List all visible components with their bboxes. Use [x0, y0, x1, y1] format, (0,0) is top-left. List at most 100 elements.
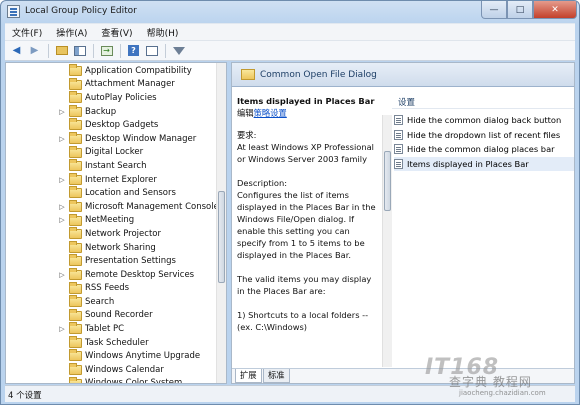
maximize-button[interactable]: □ — [507, 1, 533, 19]
tab-extended[interactable]: 扩展 — [235, 369, 262, 383]
tree-item[interactable]: Presentation Settings — [6, 254, 218, 268]
folder-icon — [69, 172, 82, 185]
help-button[interactable]: ? — [125, 43, 142, 58]
tree-item[interactable]: ▷ Desktop Window Manager — [6, 131, 218, 146]
selected-item-title: Items displayed in Places Bar — [237, 96, 375, 106]
tree-item[interactable]: Digital Locker — [6, 145, 218, 160]
tree-item[interactable]: Instant Search — [6, 159, 218, 173]
tree-item-label: Application Compatibility — [85, 65, 192, 76]
tree-item[interactable]: AutoPlay Policies — [6, 91, 218, 105]
up-one-level-button[interactable] — [53, 43, 70, 58]
back-arrow-icon: ◀ — [12, 45, 21, 56]
folder-icon — [69, 308, 82, 321]
filter-button[interactable] — [170, 43, 187, 58]
setting-row[interactable]: Items displayed in Places Bar — [394, 156, 574, 171]
tree-item-label: Location and Sensors — [85, 188, 176, 199]
tree-item[interactable]: Search — [6, 295, 218, 309]
details-pane: Common Open File Dialog Items displayed … — [231, 62, 575, 384]
menu-action[interactable]: 操作(A) — [49, 26, 94, 39]
maximize-icon: □ — [515, 4, 525, 15]
export-list-button[interactable]: → — [98, 43, 115, 58]
tree-item[interactable]: ▷ Internet Explorer — [6, 172, 218, 187]
description-scrollbar-thumb[interactable] — [384, 151, 391, 211]
tree-item-label: Windows Anytime Upgrade — [85, 351, 201, 362]
tab-standard[interactable]: 标准 — [263, 369, 290, 383]
setting-label: Hide the common dialog places bar — [407, 144, 555, 154]
tree-item[interactable]: Network Projector — [6, 227, 218, 241]
forward-arrow-icon: ▶ — [30, 45, 39, 56]
policy-setting-icon — [394, 158, 403, 169]
expand-arrow-icon[interactable]: ▷ — [58, 176, 66, 184]
tree-item[interactable]: ▷ Tablet PC — [6, 322, 218, 336]
tree-item[interactable]: Attachment Manager — [6, 77, 218, 92]
forward-button[interactable]: ▶ — [26, 43, 43, 58]
tree-item[interactable]: Windows Anytime Upgrade — [6, 349, 218, 363]
folder-icon — [69, 376, 82, 383]
tree-item[interactable]: Application Compatibility — [6, 64, 218, 78]
expand-arrow-icon[interactable]: ▷ — [58, 108, 66, 116]
setting-row[interactable]: Hide the common dialog places bar — [394, 142, 574, 156]
watermark-text: 查字典 教程网 — [449, 375, 532, 389]
folder-icon — [69, 145, 82, 158]
minimize-button[interactable]: — — [481, 1, 507, 19]
toolbar-separator — [48, 43, 49, 58]
setting-row[interactable]: Hide the dropdown list of recent files — [394, 128, 574, 142]
properties-icon — [145, 45, 158, 56]
properties-button[interactable] — [143, 43, 160, 58]
folder-icon — [241, 69, 255, 80]
tree-item[interactable]: RSS Feeds — [6, 281, 218, 296]
close-button[interactable]: ✕ — [533, 1, 577, 19]
window-title: Local Group Policy Editor — [25, 6, 137, 16]
menu-view[interactable]: 查看(V) — [94, 26, 139, 39]
description-text: Configures the list of items displayed i… — [237, 190, 376, 260]
tree-scrollbar[interactable] — [216, 63, 226, 383]
folder-icon — [69, 91, 82, 104]
tree-list: Application Compatibility Attachment Mana… — [6, 64, 219, 383]
expand-arrow-icon[interactable]: ▷ — [58, 216, 66, 224]
folder-icon — [69, 77, 82, 90]
edit-policy-link[interactable]: 策略设置 — [254, 108, 287, 118]
expand-arrow-icon[interactable]: ▷ — [58, 325, 66, 333]
policy-setting-icon — [394, 144, 403, 154]
folder-icon — [69, 322, 82, 335]
tree-item[interactable]: Sound Recorder — [6, 308, 218, 323]
settings-column-header[interactable]: 设置 — [398, 96, 415, 108]
tree-item-label: Desktop Gadgets — [85, 120, 159, 131]
folder-icon — [69, 267, 82, 280]
tree-item-label: Instant Search — [85, 160, 147, 171]
tree-item-label: AutoPlay Policies — [85, 92, 157, 103]
menu-help[interactable]: 帮助(H) — [140, 26, 186, 39]
folder-icon — [69, 335, 82, 348]
group-policy-app-icon — [7, 5, 20, 18]
tree-item-label: Task Scheduler — [85, 337, 149, 348]
show-hide-tree-button[interactable] — [71, 43, 88, 58]
tree-item[interactable]: Task Scheduler — [6, 335, 218, 350]
expand-arrow-icon[interactable]: ▷ — [58, 271, 66, 279]
filter-icon — [172, 46, 185, 55]
folder-icon — [69, 64, 82, 76]
details-header-title: Common Open File Dialog — [260, 70, 377, 80]
tree-item[interactable]: ▷ Microsoft Management Console — [6, 199, 219, 214]
expand-arrow-icon[interactable]: ▷ — [58, 135, 66, 143]
tree-item[interactable]: ▷ Backup — [6, 104, 218, 119]
requirements-label: 要求: — [237, 130, 257, 140]
tree-item[interactable]: Desktop Gadgets — [6, 118, 218, 132]
tree-item[interactable]: Network Sharing — [6, 240, 218, 255]
watermark-url: jiaocheng.chazidian.com — [459, 389, 546, 397]
folder-icon — [69, 131, 82, 144]
tree-item[interactable]: Location and Sensors — [6, 186, 218, 200]
menu-file[interactable]: 文件(F) — [5, 26, 49, 39]
tree-scrollbar-thumb[interactable] — [218, 191, 225, 283]
tree-item[interactable]: ▷ NetMeeting — [6, 213, 218, 228]
expand-arrow-icon[interactable]: ▷ — [58, 203, 66, 211]
tree-item[interactable]: Windows Color System — [6, 376, 218, 383]
back-button[interactable]: ◀ — [8, 43, 25, 58]
description-scrollbar[interactable] — [382, 115, 392, 367]
tree-item[interactable]: ▷ Remote Desktop Services — [6, 267, 218, 282]
setting-row[interactable]: Hide the common dialog back button — [394, 113, 574, 127]
tree-item-label: Search — [85, 296, 115, 307]
folder-icon — [69, 213, 82, 226]
folder-icon — [69, 240, 82, 253]
tree-item[interactable]: Windows Calendar — [6, 363, 218, 377]
tree-item-label: Internet Explorer — [85, 174, 157, 185]
